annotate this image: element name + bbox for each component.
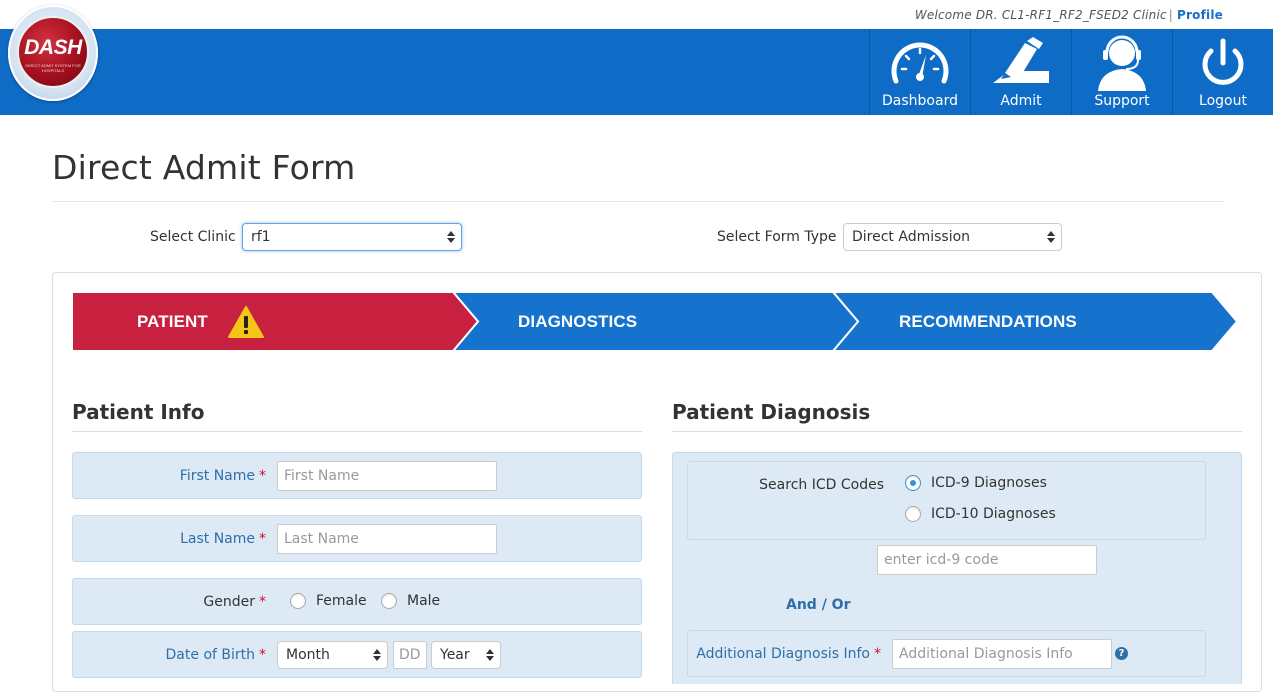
nav-support[interactable]: Support — [1071, 29, 1172, 115]
last-name-label-text: Last Name — [180, 531, 255, 547]
icd10-label[interactable]: ICD-10 Diagnoses — [931, 506, 1056, 522]
last-name-label: Last Name * — [120, 531, 266, 547]
step-progress: PATIENT DIAGNOSTICS RECOMMENDATIONS — [72, 292, 1237, 351]
gender-male-label[interactable]: Male — [407, 593, 440, 609]
nav-dashboard[interactable]: Dashboard — [869, 29, 970, 115]
top-strip: Welcome DR. CL1-RF1_RF2_FSED2 Clinic | Pro… — [0, 0, 1273, 29]
select-arrows-icon — [1047, 230, 1055, 244]
app-header: Dashboard Admit Support Logout — [0, 29, 1273, 115]
select-clinic-dropdown[interactable]: rf1 — [242, 223, 462, 251]
dob-day-input[interactable]: DD — [393, 641, 427, 669]
select-arrows-icon — [486, 648, 494, 662]
warning-icon — [228, 306, 264, 338]
icd-code-input[interactable]: enter icd-9 code — [877, 545, 1097, 575]
gender-male-radio[interactable] — [381, 593, 397, 609]
select-arrows-icon — [373, 648, 381, 662]
patient-info-title: Patient Info — [72, 400, 205, 424]
nav-admit[interactable]: Admit — [970, 29, 1071, 115]
step-recommendations[interactable]: RECOMMENDATIONS — [899, 312, 1077, 332]
gender-label: Gender * — [120, 594, 266, 610]
step-patient[interactable]: PATIENT — [137, 312, 208, 332]
select-clinic-label: Select Clinic — [150, 229, 236, 245]
logo-subtext: DIRECT ADMIT SYSTEM FOR HOSPITALS — [25, 63, 81, 73]
logo-badge: DASH DIRECT ADMIT SYSTEM FOR HOSPITALS — [17, 16, 89, 88]
select-clinic-value: rf1 — [251, 229, 271, 245]
patient-diagnosis-title: Patient Diagnosis — [672, 400, 871, 424]
search-icd-row — [687, 461, 1206, 540]
gender-female-radio[interactable] — [290, 593, 306, 609]
welcome-text: Welcome DR. CL1-RF1_RF2_FSED2 Clinic — [914, 8, 1167, 22]
main-nav: Dashboard Admit Support Logout — [869, 29, 1273, 115]
select-arrows-icon — [447, 230, 455, 244]
required-mark: * — [874, 646, 881, 662]
select-form-type-dropdown[interactable]: Direct Admission — [843, 223, 1062, 251]
additional-diagnosis-input[interactable]: Additional Diagnosis Info — [892, 639, 1112, 669]
profile-link[interactable]: Profile — [1177, 8, 1223, 22]
search-icd-label: Search ICD Codes — [759, 477, 884, 493]
logo-text: DASH — [24, 36, 82, 59]
select-form-type-value: Direct Admission — [852, 229, 971, 245]
dob-month-select[interactable]: Month — [277, 641, 388, 669]
gender-label-text: Gender — [203, 594, 255, 610]
required-mark: * — [259, 531, 266, 547]
icd9-radio[interactable] — [905, 475, 921, 491]
dob-month-value: Month — [286, 647, 330, 663]
dob-year-select[interactable]: Year — [431, 641, 501, 669]
required-mark: * — [259, 594, 266, 610]
required-mark: * — [259, 647, 266, 663]
gender-female-label[interactable]: Female — [316, 593, 367, 609]
nav-label-support: Support — [1094, 93, 1150, 109]
support-headset-icon — [1098, 35, 1146, 91]
power-icon — [1202, 38, 1244, 85]
help-icon[interactable]: ? — [1115, 647, 1128, 660]
icd10-radio[interactable] — [905, 506, 921, 522]
patient-info-divider — [72, 431, 642, 432]
nav-label-dashboard: Dashboard — [882, 93, 958, 109]
dash-logo[interactable]: DASH DIRECT ADMIT SYSTEM FOR HOSPITALS — [8, 5, 98, 101]
dashboard-gauge-icon — [891, 42, 949, 84]
nav-logout[interactable]: Logout — [1172, 29, 1273, 115]
nav-label-admit: Admit — [1000, 93, 1042, 109]
page-title: Direct Admit Form — [52, 148, 356, 187]
patient-diagnosis-divider — [672, 431, 1242, 432]
and-or-label: And / Or — [786, 597, 851, 613]
icd9-label[interactable]: ICD-9 Diagnoses — [931, 475, 1047, 491]
nav-label-logout: Logout — [1199, 93, 1247, 109]
dob-label-text: Date of Birth — [165, 647, 255, 663]
last-name-input[interactable]: Last Name — [277, 524, 497, 554]
step-diagnostics[interactable]: DIAGNOSTICS — [518, 312, 637, 332]
first-name-label-text: First Name — [179, 468, 255, 484]
welcome-separator: | — [1168, 8, 1174, 22]
additional-diagnosis-label: Additional Diagnosis Info * — [695, 646, 881, 662]
first-name-input[interactable]: First Name — [277, 461, 497, 491]
first-name-label: First Name * — [120, 468, 266, 484]
additional-diagnosis-label-text: Additional Diagnosis Info — [696, 646, 870, 662]
admit-pen-icon — [993, 37, 1049, 83]
dob-label: Date of Birth * — [120, 647, 266, 663]
title-divider — [52, 201, 1224, 202]
select-form-type-label: Select Form Type — [717, 229, 837, 245]
dob-year-value: Year — [440, 647, 470, 663]
required-mark: * — [259, 468, 266, 484]
welcome-message: Welcome DR. CL1-RF1_RF2_FSED2 Clinic | Pro… — [915, 8, 1223, 22]
